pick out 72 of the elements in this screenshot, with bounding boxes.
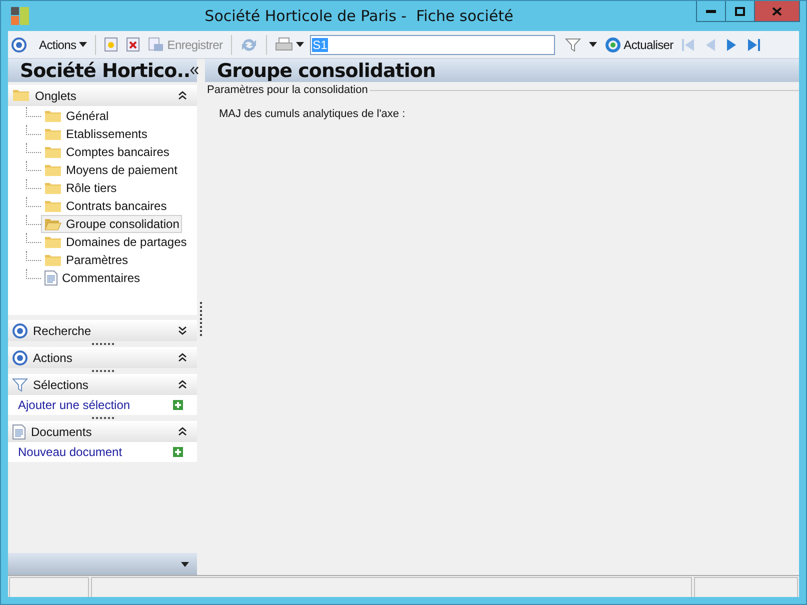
printer-icon: [274, 36, 293, 52]
tree-item[interactable]: Comptes bancaires: [41, 143, 172, 161]
collapse-icon[interactable]: [178, 90, 187, 100]
folder-icon: [44, 146, 62, 158]
caret-icon: [181, 562, 189, 566]
target-icon: [11, 36, 27, 52]
add-icon[interactable]: [173, 400, 183, 410]
tree-item[interactable]: Moyens de paiement: [41, 161, 180, 179]
folder-icon: [12, 89, 30, 102]
collapse-icon[interactable]: [178, 380, 187, 388]
tree-item[interactable]: Contrats bancaires: [41, 197, 170, 215]
refresh-button[interactable]: Actualiser: [602, 34, 676, 56]
caret-icon: [296, 42, 304, 47]
caret-icon: [588, 42, 597, 47]
save-icon: [148, 37, 164, 52]
tree-item[interactable]: Rôle tiers: [41, 179, 120, 197]
tree-item[interactable]: Etablissements: [41, 125, 150, 143]
tree-item[interactable]: Paramètres: [41, 251, 132, 269]
panel-link[interactable]: Nouveau document: [18, 445, 122, 459]
panel-header[interactable]: Recherche: [8, 320, 197, 341]
panel-header[interactable]: Documents: [8, 421, 197, 442]
minimize-button[interactable]: [696, 1, 726, 22]
folder-icon: [44, 128, 62, 140]
panel-link[interactable]: Ajouter une sélection: [18, 398, 130, 412]
folder-icon: [44, 254, 62, 266]
document-icon: [12, 424, 26, 440]
content-title: Groupe consolidation: [216, 60, 436, 82]
document-icon: [44, 270, 58, 286]
panel-header[interactable]: Actions: [8, 347, 197, 368]
section-header[interactable]: Onglets: [8, 85, 197, 106]
folder-icon: [44, 236, 62, 248]
group-title: Paramètres pour la consolidation: [207, 84, 368, 96]
target-icon: [12, 350, 28, 366]
first-icon: [681, 38, 696, 52]
tree-item[interactable]: Général: [41, 107, 112, 125]
folder-icon: [44, 164, 62, 176]
refresh-icon: [604, 36, 621, 52]
collapse-icon: [190, 66, 200, 74]
panel-title: Documents: [31, 424, 93, 438]
actions-button[interactable]: Actions: [37, 34, 90, 56]
add-icon[interactable]: [173, 447, 183, 457]
sidebar-title: Société Hortico..: [19, 60, 190, 82]
folder-icon: [44, 218, 62, 230]
app-icon: [11, 7, 29, 25]
folder-icon: [44, 200, 62, 212]
new-document-icon: [104, 37, 118, 52]
maximize-icon: [735, 6, 745, 16]
filter-icon: [12, 376, 28, 392]
panel-header[interactable]: Sélections: [8, 374, 197, 395]
caret-icon: [79, 42, 88, 47]
collapse-icon[interactable]: [178, 426, 187, 436]
field-label: MAJ des cumuls analytiques de l'axe :: [219, 108, 406, 120]
tree-item[interactable]: Commentaires: [41, 269, 144, 287]
folder-icon: [44, 182, 62, 194]
last-icon: [747, 38, 762, 52]
panel-title: Sélections: [33, 378, 90, 392]
target-icon: [12, 322, 28, 338]
collapse-icon[interactable]: [178, 352, 187, 362]
minimize-icon: [706, 10, 716, 12]
close-button[interactable]: [754, 1, 800, 22]
section-title: Onglets: [35, 88, 78, 102]
tree-item[interactable]: Groupe consolidation: [41, 215, 182, 233]
panel-title: Actions: [33, 350, 74, 364]
refresh-icon: [240, 36, 258, 52]
window-title: Société Horticole de Paris - Fiche société: [204, 7, 514, 25]
panel-title: Recherche: [33, 324, 92, 338]
filter-icon: [564, 36, 581, 52]
tree-item[interactable]: Domaines de partages: [41, 233, 190, 251]
folder-icon: [44, 110, 62, 122]
close-icon: [772, 6, 782, 16]
delete-icon: [126, 37, 140, 52]
expand-icon[interactable]: [178, 326, 187, 334]
